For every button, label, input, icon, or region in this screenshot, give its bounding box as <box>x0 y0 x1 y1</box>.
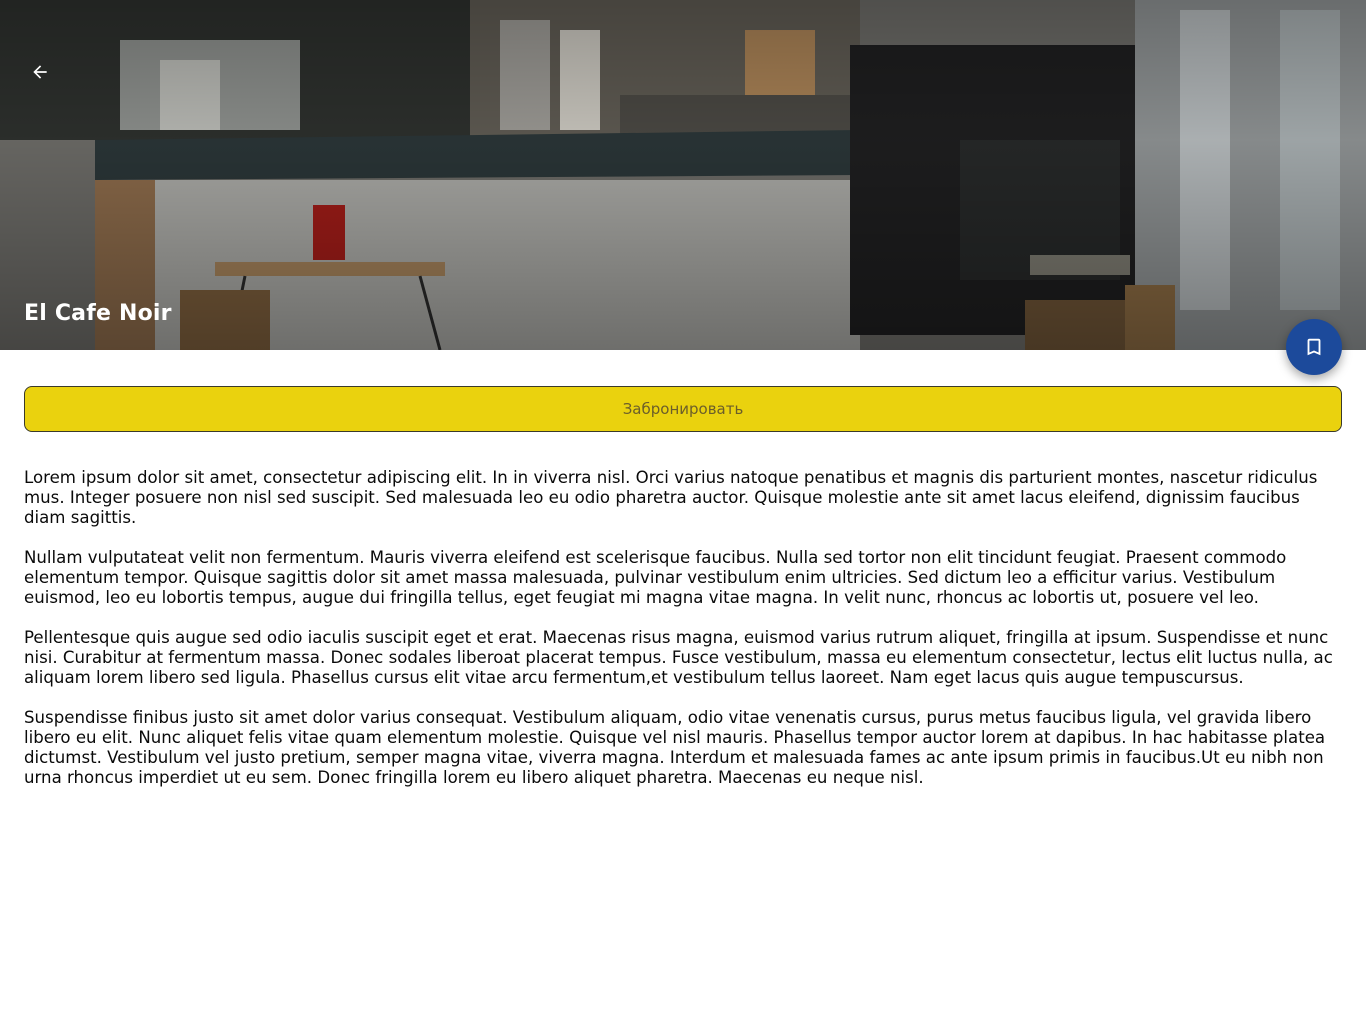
back-button[interactable] <box>24 56 56 88</box>
hero-overlay <box>0 0 1366 350</box>
bookmark-button[interactable] <box>1286 319 1342 375</box>
description-paragraph: Suspendisse finibus justo sit amet dolor… <box>24 708 1326 787</box>
arrow-left-icon <box>33 65 47 79</box>
hero-image: El Cafe Noir <box>0 0 1366 350</box>
description-paragraph: Pellentesque quis augue sed odio iaculis… <box>24 628 1333 687</box>
bookmark-icon <box>1307 338 1321 356</box>
page-title: El Cafe Noir <box>24 301 172 326</box>
description-paragraph: Lorem ipsum dolor sit amet, consectetur … <box>24 468 1318 527</box>
description: Lorem ipsum dolor sit amet, consectetur … <box>24 468 1342 808</box>
description-paragraph: Nullam vulputateat velit non fermentum. … <box>24 548 1287 607</box>
book-button[interactable]: Забронировать <box>24 386 1342 432</box>
